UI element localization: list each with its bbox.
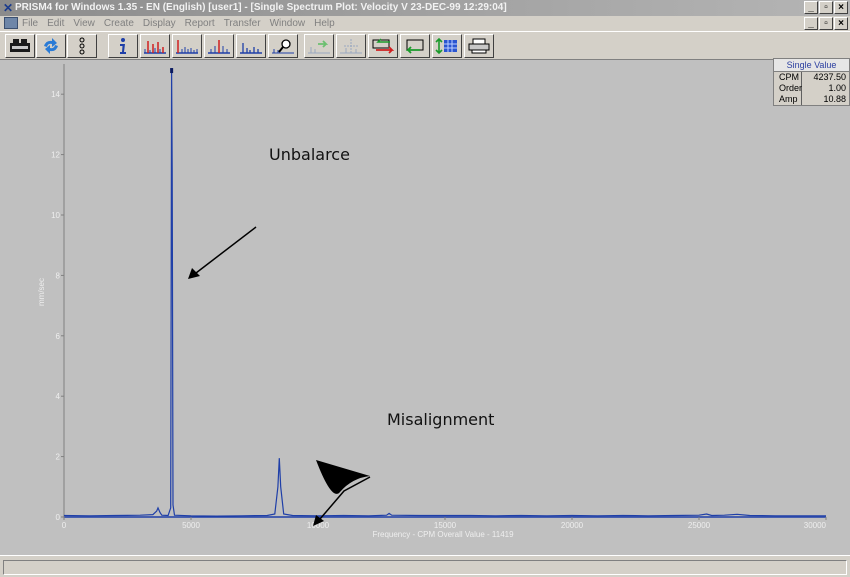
next-button[interactable] (304, 34, 334, 58)
x-tick-label: 20000 (561, 521, 584, 530)
y-tick-label: 8 (56, 271, 61, 280)
spectrum-chart: 0 5000 10000 15000 20000 25000 300000246810121… (37, 64, 827, 539)
next-icon (308, 40, 330, 54)
menu-transfer[interactable]: Transfer (224, 16, 261, 31)
compare-icon (372, 38, 395, 54)
menu-display[interactable]: Display (143, 16, 176, 31)
scale-button[interactable] (432, 34, 462, 58)
unbalance-arrowhead (188, 268, 200, 279)
scale-icon (435, 37, 457, 55)
cursor-icon (340, 39, 362, 54)
database-button[interactable] (5, 34, 35, 58)
x-tick-label: 15000 (434, 521, 457, 530)
toolbar (0, 31, 850, 60)
menu-report[interactable]: Report (185, 16, 215, 31)
info-icon (120, 38, 126, 54)
status-field (3, 560, 847, 575)
single-value-row-amp: Amp 10.88 (774, 94, 849, 105)
plot-area[interactable]: 0 5000 10000 15000 20000 25000 30000 0 2 4 6 8 10 12 1… (0, 60, 850, 555)
menu-file[interactable]: File (22, 16, 38, 31)
y-tick-label: 10 (51, 211, 60, 220)
spectrum-harmonics-button[interactable] (172, 34, 202, 58)
spectrum-sidebands-button[interactable] (204, 34, 234, 58)
x-tick-label: 5000 (182, 521, 200, 530)
spectrum-peaks-icon (144, 41, 166, 54)
y-tick-label: 4 (56, 392, 61, 401)
cpm-label: CPM (774, 72, 802, 83)
tree-icon (79, 37, 85, 55)
menu-edit[interactable]: Edit (47, 16, 64, 31)
amp-label: Amp (774, 94, 802, 105)
unbalance-arrow (195, 226, 257, 274)
tree-button[interactable] (67, 34, 97, 58)
spectrum-peaks-button[interactable] (140, 34, 170, 58)
single-value-row-cpm: CPM 4237.50 (774, 72, 849, 83)
amp-value: 10.88 (823, 94, 846, 104)
misalignment-annotation: Misalignment (387, 410, 495, 429)
spectrum-plain-icon (240, 43, 262, 54)
status-bar (0, 555, 850, 577)
compare-button[interactable] (368, 34, 398, 58)
peak-marker (170, 68, 174, 74)
y-tick-label: 12 (51, 151, 60, 160)
spectrum-harmonics-icon (176, 40, 198, 54)
unbalance-annotation: Unbalarce (269, 145, 350, 164)
app-icon: ✕ (2, 1, 14, 15)
menu-items: File Edit View Create Display Report Tra… (22, 16, 335, 31)
single-value-row-order: Order 1.00 (774, 83, 849, 94)
x-tick-label: 30000 (804, 521, 827, 530)
close-button[interactable]: × (834, 1, 848, 14)
minimize-button[interactable]: _ (804, 1, 818, 14)
x-tick-label: 0 (62, 521, 67, 530)
maximize-button[interactable]: ▫ (819, 1, 833, 14)
print-button[interactable] (464, 34, 494, 58)
info-button[interactable] (108, 34, 138, 58)
window-controls: _ ▫ × (804, 1, 848, 14)
single-value-title: Single Value (774, 59, 849, 72)
order-value: 1.00 (828, 83, 846, 93)
document-icon[interactable] (4, 17, 18, 29)
document-window-controls: _ ▫ × (804, 17, 848, 30)
order-label: Order (774, 83, 802, 94)
back-button[interactable] (400, 34, 430, 58)
window-title: PRISM4 for Windows 1.35 - EN (English) [… (15, 2, 507, 13)
spectrum-sidebands-icon (208, 40, 230, 54)
menu-bar: File Edit View Create Display Report Tra… (0, 16, 850, 31)
doc-maximize-button[interactable]: ▫ (819, 17, 833, 30)
y-tick-label: 14 (51, 90, 60, 99)
y-tick-label: 2 (56, 453, 61, 462)
y-tick-label: 0 (56, 513, 61, 522)
doc-close-button[interactable]: × (834, 17, 848, 30)
zoom-button[interactable] (268, 34, 298, 58)
spectrum-series-line (63, 69, 826, 517)
printer-icon (468, 38, 490, 54)
y-tick-label: 6 (56, 332, 61, 341)
menu-create[interactable]: Create (104, 16, 134, 31)
cpm-value: 4237.50 (813, 72, 846, 82)
x-tick-label: 25000 (688, 521, 711, 530)
cursor-button[interactable] (336, 34, 366, 58)
single-value-panel: Single Value CPM 4237.50 Order 1.00 Amp … (773, 58, 850, 106)
refresh-icon (44, 38, 58, 54)
spectrum-plain-button[interactable] (236, 34, 266, 58)
title-bar: ✕ PRISM4 for Windows 1.35 - EN (English)… (0, 0, 850, 16)
misalignment-arrow (316, 460, 370, 494)
x-axis-label: Frequency - CPM Overall Value - 11419 (372, 530, 514, 539)
menu-help[interactable]: Help (314, 16, 335, 31)
database-icon (10, 39, 30, 52)
annotation-arrows (188, 226, 371, 526)
back-icon (405, 39, 424, 54)
menu-view[interactable]: View (73, 16, 95, 31)
zoom-icon (272, 39, 294, 54)
menu-window[interactable]: Window (270, 16, 306, 31)
refresh-button[interactable] (36, 34, 66, 58)
doc-minimize-button[interactable]: _ (804, 17, 818, 30)
y-axis-label: mm/sec (37, 278, 46, 306)
